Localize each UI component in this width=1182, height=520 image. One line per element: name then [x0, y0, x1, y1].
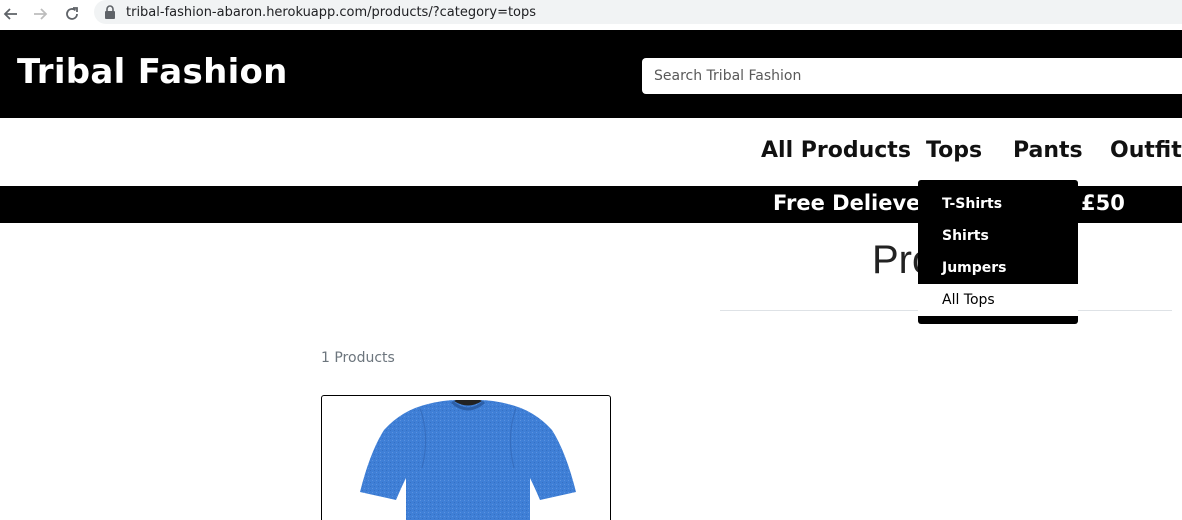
dropdown-item-all-tops[interactable]: All Tops — [918, 284, 1078, 316]
banner-text-right: £50 — [1081, 191, 1125, 215]
nav-tops[interactable]: Tops — [926, 138, 982, 163]
dropdown-item-jumpers[interactable]: Jumpers — [918, 252, 1078, 284]
dropdown-item-tshirts[interactable]: T-Shirts — [918, 188, 1078, 220]
address-bar[interactable]: tribal-fashion-abaron.herokuapp.com/prod… — [94, 0, 1182, 24]
lock-icon — [104, 5, 116, 19]
forward-icon[interactable] — [29, 3, 51, 25]
back-icon[interactable] — [0, 3, 22, 25]
dropdown-item-shirts[interactable]: Shirts — [918, 220, 1078, 252]
browser-toolbar: tribal-fashion-abaron.herokuapp.com/prod… — [0, 0, 1182, 30]
product-card[interactable] — [321, 395, 611, 520]
main-navigation: All Products Tops Pants Outfits — [0, 118, 1182, 186]
product-image — [360, 400, 576, 520]
nav-pants[interactable]: Pants — [1013, 138, 1083, 163]
tops-dropdown-menu: T-Shirts Shirts Jumpers All Tops — [918, 180, 1078, 324]
url-text: tribal-fashion-abaron.herokuapp.com/prod… — [126, 4, 537, 20]
nav-all-products[interactable]: All Products — [761, 138, 911, 163]
site-header: Tribal Fashion — [0, 30, 1182, 118]
nav-outfits[interactable]: Outfits — [1110, 138, 1182, 163]
site-logo[interactable]: Tribal Fashion — [17, 52, 288, 92]
reload-icon[interactable] — [61, 3, 83, 25]
product-count: 1 Products — [321, 350, 395, 366]
search-input[interactable] — [642, 58, 1182, 94]
